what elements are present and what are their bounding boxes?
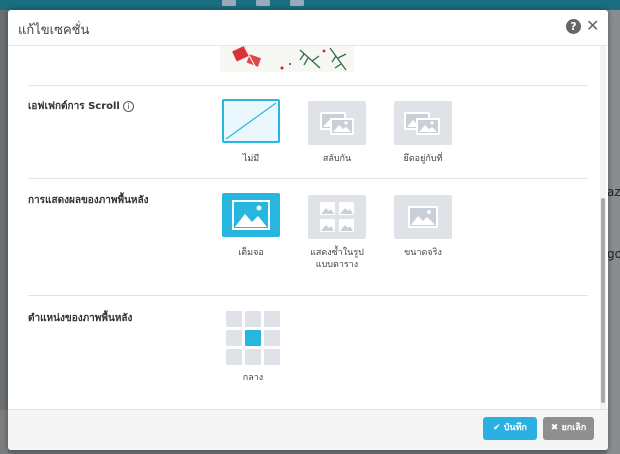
- position-cell-bottom-left[interactable]: [226, 349, 242, 365]
- dialog-title: แก้ไขเซคชั่น: [18, 23, 90, 38]
- scroll-option-parallax-label: สลับกัน: [322, 154, 352, 164]
- position-cell-top-right[interactable]: [264, 311, 280, 327]
- scroll-option-none[interactable]: [222, 99, 280, 143]
- scroll-option-fixed-label: ยึดอยู่กับที่: [403, 154, 443, 164]
- dialog-body: เอฟเฟกต์การ Scroll i ไม่มี สลับกัน ยึดอย…: [8, 46, 608, 409]
- bg-display-option-cover-label: เต็มจอ: [238, 248, 264, 258]
- stacked-images-icon: [404, 112, 440, 135]
- help-icon[interactable]: ?: [566, 19, 581, 34]
- save-button[interactable]: ✔ บันทึก: [483, 417, 537, 440]
- scrollbar-thumb[interactable]: [601, 198, 605, 403]
- bg-display-option-tile[interactable]: [308, 195, 366, 239]
- dialog-header: แก้ไขเซคชั่น ? ✕: [8, 10, 608, 46]
- background-top-bar: [0, 0, 620, 10]
- edit-section-dialog: แก้ไขเซคชั่น ? ✕ เอฟเฟกต์การ Scroll i ไม…: [8, 10, 608, 450]
- background-text-fragment: go: [607, 247, 620, 261]
- position-cell-top-left[interactable]: [226, 311, 242, 327]
- stacked-images-icon: [320, 112, 354, 135]
- bg-position-grid: [226, 311, 280, 365]
- dialog-footer: ✔ บันทึก ✖ ยกเลิก: [8, 409, 608, 450]
- position-cell-bottom-right[interactable]: [264, 349, 280, 365]
- bg-position-label: ตำแหน่งของภาพพื้นหลัง: [28, 313, 133, 324]
- close-icon[interactable]: ✕: [586, 16, 599, 36]
- save-button-label: บันทึก: [503, 423, 527, 433]
- section-divider: [28, 85, 588, 86]
- scroll-effect-label-text: เอฟเฟกต์การ Scroll: [28, 101, 120, 112]
- position-cell-center[interactable]: [245, 330, 261, 346]
- bg-display-option-original[interactable]: [394, 195, 452, 239]
- background-preview-image: [220, 46, 354, 72]
- section-divider: [28, 178, 588, 179]
- bg-display-option-cover[interactable]: [222, 193, 280, 237]
- position-cell-top-center[interactable]: [245, 311, 261, 327]
- background-tab-icon: [222, 0, 236, 6]
- scroll-option-fixed[interactable]: [394, 101, 452, 145]
- scroll-option-none-label: ไม่มี: [242, 154, 260, 164]
- info-icon[interactable]: i: [122, 101, 134, 112]
- check-icon: ✔: [493, 423, 501, 433]
- background-page-edge: [0, 410, 8, 454]
- background-text-fragment: az: [607, 185, 620, 199]
- cancel-button[interactable]: ✖ ยกเลิก: [543, 417, 594, 440]
- tiled-images-icon: [320, 202, 354, 232]
- position-cell-middle-left[interactable]: [226, 330, 242, 346]
- image-icon: [232, 200, 270, 230]
- diagonal-line-icon: [225, 102, 277, 140]
- bg-display-option-original-label: ขนาดจริง: [404, 248, 442, 258]
- background-page-edge: az go: [607, 10, 620, 454]
- bg-display-label: การแสดงผลของภาพพื้นหลัง: [28, 195, 149, 206]
- scroll-option-parallax[interactable]: [308, 101, 366, 145]
- scroll-effect-label: เอฟเฟกต์การ Scroll i: [28, 99, 134, 114]
- position-cell-bottom-center[interactable]: [245, 349, 261, 365]
- x-icon: ✖: [550, 423, 559, 433]
- background-tab-icon: [290, 0, 304, 6]
- bg-display-option-tile-label: แสดงซ้ำในรูปแบบตาราง: [310, 248, 364, 270]
- cancel-button-label: ยกเลิก: [561, 423, 587, 433]
- bg-position-selected-label: กลาง: [242, 373, 264, 383]
- background-tab-icon: [256, 0, 270, 6]
- image-icon: [408, 206, 438, 228]
- section-divider: [28, 295, 588, 296]
- position-cell-middle-right[interactable]: [264, 330, 280, 346]
